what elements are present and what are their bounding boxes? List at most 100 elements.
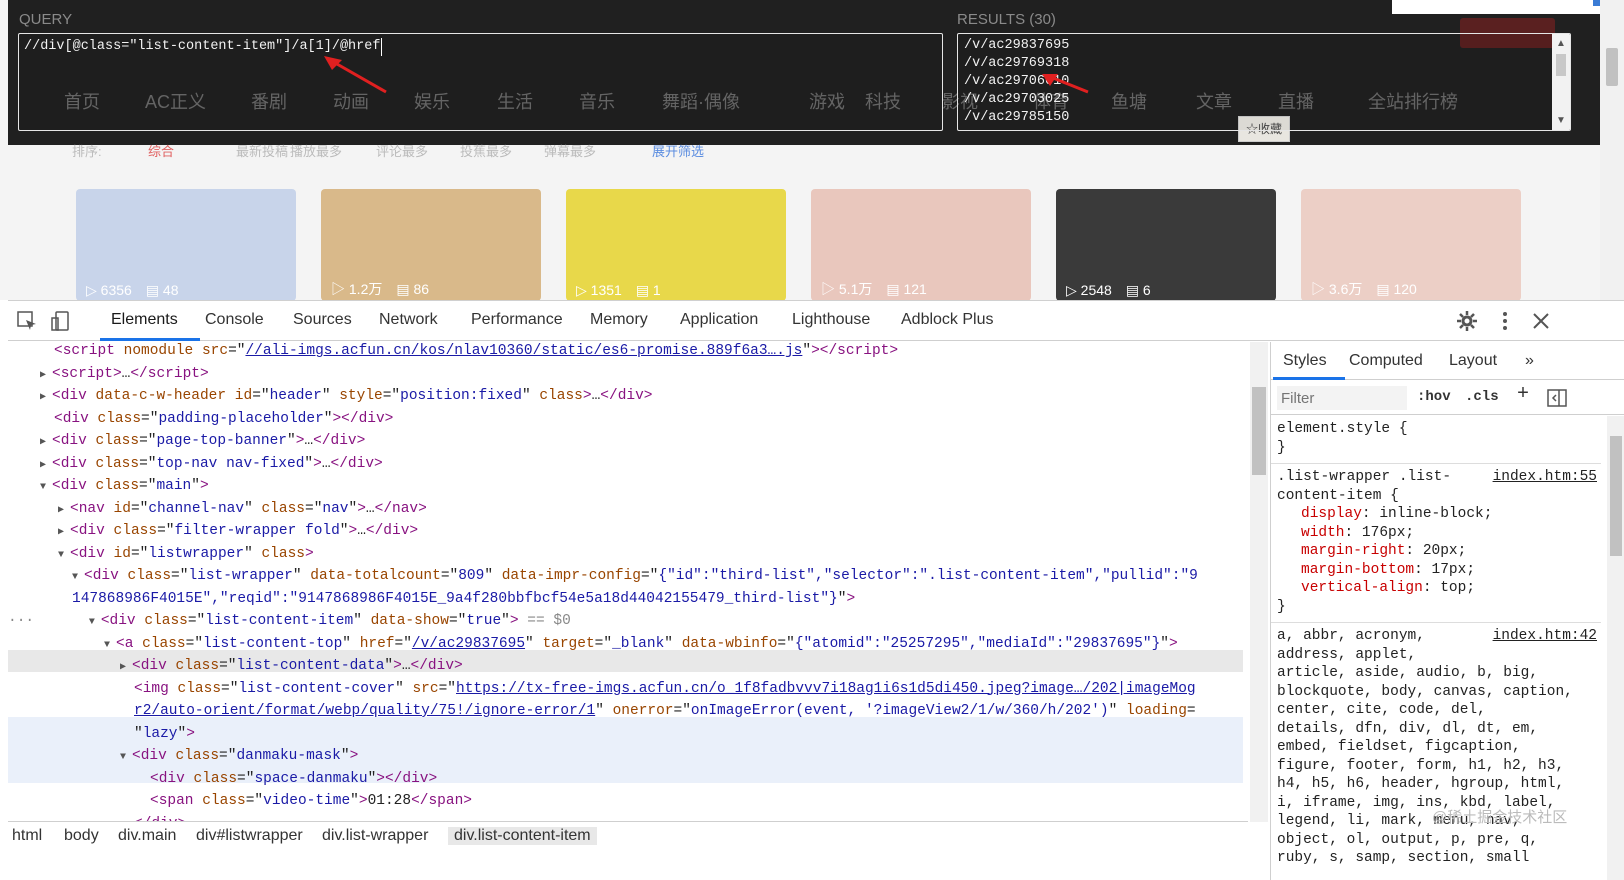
view-count: ▷ 5.1万 — [821, 281, 873, 297]
css-property[interactable]: vertical-align: top; — [1277, 579, 1595, 598]
tab-console[interactable]: Console — [205, 311, 264, 329]
css-rule-element-style[interactable]: element.style { } — [1271, 416, 1601, 464]
query-input[interactable]: //div[@class="list-content-item"]/a[1]/@… — [18, 33, 943, 131]
comment-count: ▤ 120 — [1376, 281, 1417, 297]
tab-lighthouse[interactable]: Lighthouse — [792, 311, 870, 329]
dom-node-list-wrapper-cont[interactable]: 147868986F4015E","reqid":"9147868986F401… — [8, 588, 1238, 611]
styles-scrollbar[interactable] — [1607, 416, 1624, 880]
css-property[interactable]: margin-right: 20px; — [1277, 542, 1595, 561]
dom-node-img[interactable]: <img class="list-content-cover" src="htt… — [8, 678, 1238, 701]
breadcrumb-item[interactable]: html — [12, 827, 42, 845]
dom-node-page-top-banner[interactable]: ▶ <div class="page-top-banner">…</div> — [8, 430, 1238, 455]
dom-node-script[interactable]: ▶ <script>…</script> — [8, 363, 1238, 388]
page-scroll-thumb[interactable] — [1606, 48, 1618, 86]
breadcrumb-item[interactable]: div.list-content-item — [448, 827, 597, 845]
video-thumbnail[interactable]: ▷ 3.6万 ▤ 120 — [1301, 189, 1521, 301]
styles-tab[interactable]: Layout — [1449, 352, 1497, 370]
video-thumbnail[interactable]: ▷ 5.1万 ▤ 121 — [811, 189, 1031, 301]
dom-node-img-cont2[interactable]: "lazy"> — [8, 723, 1238, 746]
css-property[interactable]: width: 176px; — [1277, 524, 1595, 543]
dom-node-video-time[interactable]: <span class="video-time">01:28</span> — [8, 790, 1238, 813]
selector-line: ruby, s, samp, section, small — [1277, 850, 1530, 866]
tab-application[interactable]: Application — [680, 311, 758, 329]
device-toolbar-icon[interactable] — [50, 310, 72, 332]
css-property[interactable]: margin-bottom: 17px; — [1277, 561, 1595, 580]
inspect-element-icon[interactable] — [16, 310, 38, 332]
toggle-sidebar-icon[interactable] — [1547, 389, 1567, 407]
css-property-name: margin-right — [1301, 543, 1406, 559]
styles-tab[interactable]: Computed — [1349, 352, 1423, 370]
result-item[interactable]: /v/ac29837695 — [964, 37, 1069, 55]
video-thumbnail[interactable]: ▷ 2548 ▤ 6 — [1056, 189, 1276, 301]
sort-option[interactable]: 评论最多 — [376, 141, 428, 160]
dom-node-danmaku-mask[interactable]: ▼ <div class="danmaku-mask"> — [8, 745, 1238, 770]
css-property-value: 176px; — [1361, 524, 1415, 541]
breadcrumb-item[interactable]: div.list-wrapper — [322, 827, 428, 845]
breadcrumb-item[interactable]: div#listwrapper — [196, 827, 303, 845]
selector-line: figure, footer, form, h1, h2, h3, — [1277, 757, 1565, 774]
styles-tab[interactable]: Styles — [1283, 352, 1327, 370]
dom-node-space-danmaku[interactable]: <div class="space-danmaku"></div> — [8, 768, 1238, 791]
css-rule-reset[interactable]: index.htm:42 a, abbr, acronym, address, a… — [1271, 623, 1601, 874]
css-property-name: vertical-align — [1301, 580, 1423, 596]
class-toggle-button[interactable]: .cls — [1465, 389, 1499, 405]
tab-performance[interactable]: Performance — [471, 311, 563, 329]
selector-line: article, aside, audio, b, big, — [1277, 665, 1539, 681]
dom-node-list-content-item[interactable]: ··· ▼ <div class="list-content-item" dat… — [8, 610, 1238, 635]
elements-scrollbar[interactable] — [1250, 342, 1268, 822]
dom-node-header[interactable]: ▶ <div data-c-w-header id="header" style… — [8, 385, 1238, 410]
video-thumbnail[interactable]: ▷ 1.2万 ▤ 86 — [321, 189, 541, 301]
elements-scroll-thumb[interactable] — [1252, 387, 1266, 475]
video-thumbnail[interactable]: ▷ 1351 ▤ 1 — [566, 189, 786, 301]
add-rule-icon[interactable]: + — [1517, 383, 1529, 406]
dom-node-top-nav[interactable]: ▶ <div class="top-nav nav-fixed">…</div> — [8, 453, 1238, 478]
tab-memory[interactable]: Memory — [590, 311, 648, 329]
tab-sources[interactable]: Sources — [293, 311, 352, 329]
sort-option[interactable]: 展开筛选 — [652, 141, 704, 160]
tab-network[interactable]: Network — [379, 311, 438, 329]
result-item[interactable]: /v/ac29785150 — [964, 109, 1069, 127]
styles-scroll-thumb[interactable] — [1610, 436, 1622, 556]
elements-tree[interactable]: <script nomodule src="//ali-imgs.acfun.c… — [8, 342, 1248, 847]
sort-option[interactable]: 弹幕最多 — [544, 141, 596, 160]
tab-elements[interactable]: Elements — [111, 311, 178, 329]
page-scrollbar[interactable] — [1600, 0, 1624, 300]
dom-node-listwrapper[interactable]: ▼ <div id="listwrapper" class> — [8, 543, 1238, 568]
styles-tab[interactable]: » — [1525, 352, 1534, 370]
dom-node-padding-placeholder[interactable]: <div class="padding-placeholder"></div> — [8, 408, 1238, 431]
dom-node-list-content-data[interactable]: ▶ <div class="list-content-data">…</div> — [8, 655, 1238, 680]
thumbnail-stats: ▷ 3.6万 ▤ 120 — [1311, 279, 1431, 299]
results-scroll-thumb[interactable] — [1556, 54, 1566, 76]
close-icon[interactable] — [1530, 310, 1552, 332]
video-thumbnail[interactable]: ▷ 6356 ▤ 48 — [76, 189, 296, 301]
sort-option[interactable]: 综合 — [148, 141, 174, 160]
breadcrumb-item[interactable]: body — [64, 827, 99, 845]
tab-adblock-plus[interactable]: Adblock Plus — [901, 311, 994, 329]
hover-state-button[interactable]: :hov — [1417, 389, 1451, 405]
sort-option[interactable]: 播放最多 — [290, 141, 342, 160]
rule-source-link[interactable]: index.htm:55 — [1493, 468, 1597, 487]
styles-filter-bar: :hov .cls + — [1271, 381, 1624, 415]
sort-option[interactable]: 投蕉最多 — [460, 141, 512, 160]
rule-source-link[interactable]: index.htm:42 — [1493, 627, 1597, 646]
css-property[interactable]: display: inline-block; — [1277, 505, 1595, 524]
dom-node-main[interactable]: ▼ <div class="main"> — [8, 475, 1238, 500]
breadcrumb-item[interactable]: div.main — [118, 827, 176, 845]
more-options-icon[interactable] — [1494, 310, 1516, 332]
css-property-name: width — [1301, 524, 1345, 541]
dom-node-anchor[interactable]: ▼ <a class="list-content-top" href="/v/a… — [8, 633, 1238, 658]
results-scrollbar[interactable]: ▲ ▼ — [1552, 34, 1570, 130]
css-rule-list-content-item[interactable]: index.htm:55 .list-wrapper .list- conten… — [1271, 464, 1601, 623]
sort-option[interactable]: 最新投稿 — [236, 141, 288, 160]
styles-filter-input[interactable] — [1277, 386, 1407, 410]
dom-node-channel-nav[interactable]: ▶ <nav id="channel-nav" class="nav">…</n… — [8, 498, 1238, 523]
comment-count: ▤ 6 — [1125, 282, 1151, 298]
scroll-down-icon[interactable]: ▼ — [1556, 115, 1566, 126]
dom-node-img-cont[interactable]: r2/auto-orient/format/webp/quality/75!/i… — [8, 700, 1238, 723]
devtools-tabbar: Elements Console Sources Network Performance… — [8, 301, 1624, 341]
dom-node-list-wrapper[interactable]: ▼ <div class="list-wrapper" data-totalco… — [8, 565, 1238, 590]
dom-node-script-nomodule[interactable]: <script nomodule src="//ali-imgs.acfun.c… — [8, 342, 1238, 363]
settings-gear-icon[interactable] — [1456, 310, 1478, 332]
dom-node-filter-wrapper[interactable]: ▶ <div class="filter-wrapper fold">…</di… — [8, 520, 1238, 545]
scroll-up-icon[interactable]: ▲ — [1556, 38, 1566, 49]
